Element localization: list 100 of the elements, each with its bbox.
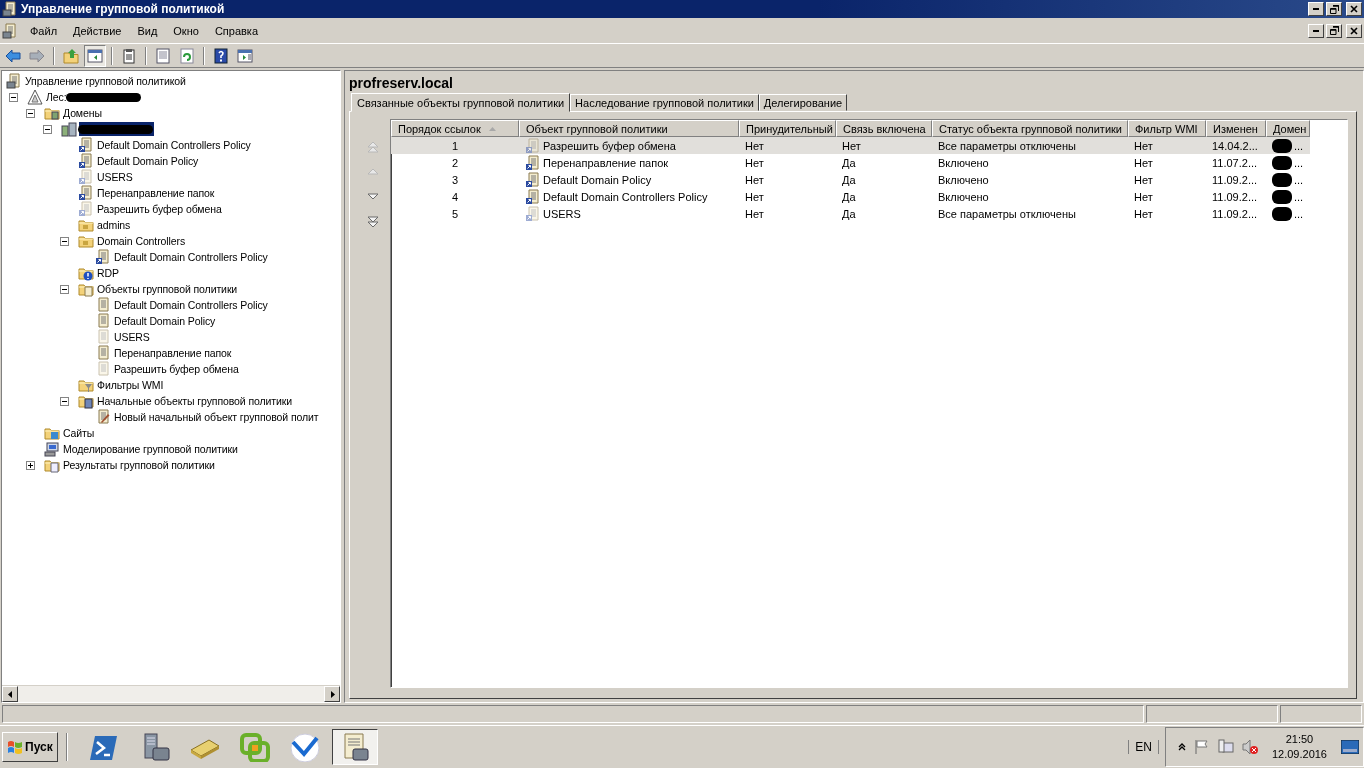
column-header[interactable]: Домен xyxy=(1266,120,1310,137)
left-arrow-icon xyxy=(6,690,14,698)
collapse-toggle-icon[interactable] xyxy=(26,108,35,118)
close-button[interactable] xyxy=(1346,2,1362,16)
restore-icon xyxy=(1329,26,1339,35)
network-icon[interactable] xyxy=(1217,739,1234,755)
tree-item[interactable]: Default Domain Controllers Policy xyxy=(96,138,252,152)
table-cell: ... xyxy=(1294,173,1304,186)
minimize-icon xyxy=(1313,29,1319,32)
table-cell: Включено xyxy=(938,173,989,186)
server-icon xyxy=(61,121,77,137)
triangle-icon xyxy=(27,89,43,105)
forward-arrow-icon xyxy=(29,47,45,64)
horizontal-scrollbar[interactable] xyxy=(2,685,340,702)
table-cell: Нет xyxy=(842,139,861,152)
column-header[interactable]: Фильтр WMI xyxy=(1128,120,1206,137)
window-title: Управление групповой политикой xyxy=(21,2,226,16)
table-row[interactable]: 2 Перенаправление папок Нет Да Включено Нет 11.07.2... ... xyxy=(391,154,1310,171)
tree-item[interactable]: Объекты групповой политики xyxy=(96,282,239,296)
collapse-toggle-icon[interactable] xyxy=(60,284,69,294)
collapse-toggle-icon[interactable] xyxy=(9,92,18,102)
warning-folder-icon xyxy=(78,265,94,281)
flag-icon[interactable] xyxy=(1193,739,1210,755)
table-cell: ... xyxy=(1294,190,1304,203)
tree-item[interactable]: USERS xyxy=(96,170,134,184)
collapse-toggle-icon[interactable] xyxy=(60,396,69,406)
tab[interactable]: Делегирование xyxy=(758,94,848,111)
language-indicator[interactable]: EN xyxy=(1128,740,1159,754)
tree-item[interactable]: Результаты групповой политики xyxy=(62,458,216,472)
windows-logo-icon xyxy=(7,740,23,754)
table-cell: 14.04.2... xyxy=(1212,139,1258,152)
column-header[interactable]: Изменен xyxy=(1206,120,1266,137)
menu-item[interactable]: Окно xyxy=(165,22,207,39)
help-icon xyxy=(213,47,229,64)
table-cell: Default Domain Policy xyxy=(543,173,652,186)
expand-toggle-icon[interactable] xyxy=(26,460,35,470)
tree-item[interactable]: Разрешить буфер обмена xyxy=(113,362,240,376)
menu-item[interactable]: Файл xyxy=(22,22,66,39)
table-cell: Включено xyxy=(938,190,989,203)
tree-item[interactable]: Фильтры WMI xyxy=(96,378,165,392)
table-row[interactable]: 4 Default Domain Controllers Policy Нет Да Включено Нет 11.09.2... ... xyxy=(391,188,1310,205)
move-to-bottom-button[interactable] xyxy=(365,214,381,230)
collapse-toggle-icon[interactable] xyxy=(43,124,52,134)
tree-item[interactable]: Начальные объекты групповой политики xyxy=(96,394,293,408)
tree-item[interactable]: Управление групповой политикой xyxy=(24,74,187,88)
tree-item[interactable]: Перенаправление папок xyxy=(96,186,216,200)
minimize-button[interactable] xyxy=(1308,2,1324,16)
collapse-toggle-icon[interactable] xyxy=(60,236,69,246)
table-row[interactable]: 1 Разрешить буфер обмена Нет Нет Все параметры отключены Нет 14.04.2... ... xyxy=(391,137,1310,154)
toolbar-button[interactable] xyxy=(84,44,106,67)
tree-item[interactable]: RDP xyxy=(96,266,120,280)
menu-item[interactable]: Действие xyxy=(65,22,130,39)
scroll-right-button[interactable] xyxy=(324,686,340,702)
tree-item[interactable]: Domain Controllers xyxy=(96,234,187,248)
tab[interactable]: Связанные объекты групповой политики xyxy=(351,93,571,112)
column-header[interactable]: Принудительный xyxy=(739,120,836,137)
small-restore-button[interactable] xyxy=(1326,23,1342,38)
folder-up-icon xyxy=(63,47,79,64)
table-cell: ... xyxy=(1294,139,1304,152)
tree-item[interactable]: admins xyxy=(96,218,132,232)
clock-time[interactable]: 21:50 xyxy=(1285,732,1314,747)
tree-item[interactable]: Лес: xyxy=(45,90,68,104)
tree-item[interactable]: Разрешить буфер обмена xyxy=(96,202,223,216)
table-cell: Да xyxy=(842,173,856,186)
console-icon xyxy=(6,73,22,89)
start-button[interactable]: Пуск xyxy=(2,732,58,762)
tab[interactable]: Наследование групповой политики xyxy=(570,94,759,111)
tree-item[interactable]: Default Domain Policy xyxy=(113,314,217,328)
tree-item[interactable]: Новый начальный объект групповой полит xyxy=(113,410,320,424)
tree-item[interactable]: Перенаправление папок xyxy=(113,346,233,360)
restore-button[interactable] xyxy=(1326,2,1342,16)
column-header[interactable]: Порядок ссылок xyxy=(391,120,519,137)
table-cell: USERS xyxy=(543,207,581,220)
tree-item[interactable]: USERS xyxy=(113,330,151,344)
table-cell: Нет xyxy=(745,190,764,203)
show-desktop-icon[interactable] xyxy=(1341,740,1359,754)
tree-item[interactable]: Default Domain Policy xyxy=(96,154,200,168)
column-header[interactable]: Объект групповой политики xyxy=(519,120,739,137)
scroll-left-button[interactable] xyxy=(2,686,18,702)
double-triangle-icon xyxy=(367,141,379,153)
chevron-up-icon[interactable] xyxy=(1177,743,1186,751)
column-header[interactable]: Связь включена xyxy=(836,120,932,137)
table-cell: Нет xyxy=(1134,156,1153,169)
clock-date[interactable]: 12.09.2016 xyxy=(1271,747,1327,762)
menu-item[interactable]: Вид xyxy=(129,22,166,39)
tree-item[interactable]: Default Domain Controllers Policy xyxy=(113,298,269,312)
tree-item[interactable]: Домены xyxy=(62,106,103,120)
speaker-muted-icon[interactable] xyxy=(1241,739,1258,755)
tree-item[interactable]: Default Domain Controllers Policy xyxy=(113,250,269,264)
taskbar-button[interactable] xyxy=(331,729,378,765)
table-cell: 11.09.2... xyxy=(1212,190,1258,203)
small-close-button[interactable] xyxy=(1346,23,1362,38)
table-cell: Все параметры отключены xyxy=(938,139,1076,152)
table-row[interactable]: 5 USERS Нет Да Все параметры отключены Нет 11.09.2... ... xyxy=(391,205,1310,222)
tree-item[interactable]: Сайты xyxy=(62,426,96,440)
menu-item[interactable]: Справка xyxy=(206,22,267,39)
column-header[interactable]: Статус объекта групповой политики xyxy=(932,120,1128,137)
small-minimize-button[interactable] xyxy=(1308,23,1324,38)
table-row[interactable]: 3 Default Domain Policy Нет Да Включено Нет 11.09.2... ... xyxy=(391,171,1310,188)
tree-item[interactable]: Моделирование групповой политики xyxy=(62,442,239,456)
